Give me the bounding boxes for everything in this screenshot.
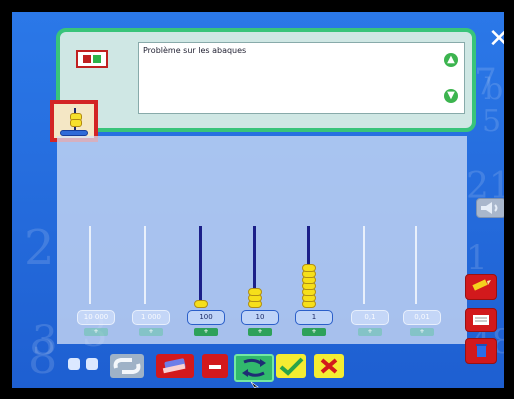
background-digit: b	[484, 72, 504, 107]
speaker-icon[interactable]	[476, 198, 504, 218]
small-left-button[interactable]	[68, 358, 80, 370]
thumb-bead	[70, 119, 82, 127]
minus-button[interactable]	[202, 354, 228, 378]
red-swatch	[83, 55, 91, 63]
abacus-rod[interactable]	[144, 226, 146, 304]
notes-icon[interactable]	[465, 308, 497, 332]
cursor-icon	[250, 376, 260, 388]
abacus-rod[interactable]	[415, 226, 417, 304]
abacus-rod[interactable]	[363, 226, 365, 304]
abacus-base: 1 000	[132, 310, 170, 325]
abacus-rod[interactable]	[89, 226, 91, 304]
eraser-icon[interactable]	[156, 354, 194, 378]
trash-icon[interactable]	[465, 338, 497, 364]
background-digit: 8	[28, 330, 58, 384]
background-digit: 1	[466, 238, 488, 278]
column-add-button[interactable]: +	[139, 328, 163, 336]
close-icon[interactable]: ✕	[488, 26, 504, 52]
arrow-up-icon[interactable]: ▲	[444, 53, 458, 67]
pencil-icon[interactable]	[465, 274, 497, 300]
abacus-base: 10	[241, 310, 279, 325]
header-toggle-button[interactable]	[76, 50, 108, 68]
cancel-icon[interactable]	[314, 354, 344, 378]
link-icon[interactable]	[110, 354, 144, 378]
instructions-box: Problème sur les abaques ▲ ▼	[138, 42, 465, 114]
abacus-rod[interactable]	[199, 226, 202, 304]
column-add-button[interactable]: +	[84, 328, 108, 336]
column-add-button[interactable]: +	[358, 328, 382, 336]
background-digit: 2	[24, 220, 55, 276]
background-digit: 5	[482, 104, 502, 139]
column-add-button[interactable]: +	[410, 328, 434, 336]
instructions-panel: Problème sur les abaques ▲ ▼	[56, 28, 476, 132]
abacus-base: 100	[187, 310, 225, 325]
abacus-bead[interactable]	[248, 288, 262, 296]
column-add-button[interactable]: +	[302, 328, 326, 336]
check-icon[interactable]	[276, 354, 306, 378]
green-swatch	[93, 55, 101, 63]
abacus-base: 1	[295, 310, 333, 325]
arrow-down-icon[interactable]: ▼	[444, 89, 458, 103]
abacus-base: 10 000	[77, 310, 115, 325]
instructions-text: Problème sur les abaques	[143, 46, 247, 55]
abacus-workspace: 10 000 +1 000 +100 +10 +1 +0,1 +0,01 +	[57, 136, 504, 344]
abacus-base: 0,1	[351, 310, 389, 325]
small-left-button-2[interactable]	[86, 358, 98, 370]
game-screen: 2 3 3 8 7 5 21 1 b 48 16 ✕ Problème sur …	[12, 12, 504, 388]
column-add-button[interactable]: +	[248, 328, 272, 336]
abacus-base: 0,01	[403, 310, 441, 325]
abacus-bead[interactable]	[302, 264, 316, 272]
column-add-button[interactable]: +	[194, 328, 218, 336]
abacus-bead[interactable]	[194, 300, 208, 308]
